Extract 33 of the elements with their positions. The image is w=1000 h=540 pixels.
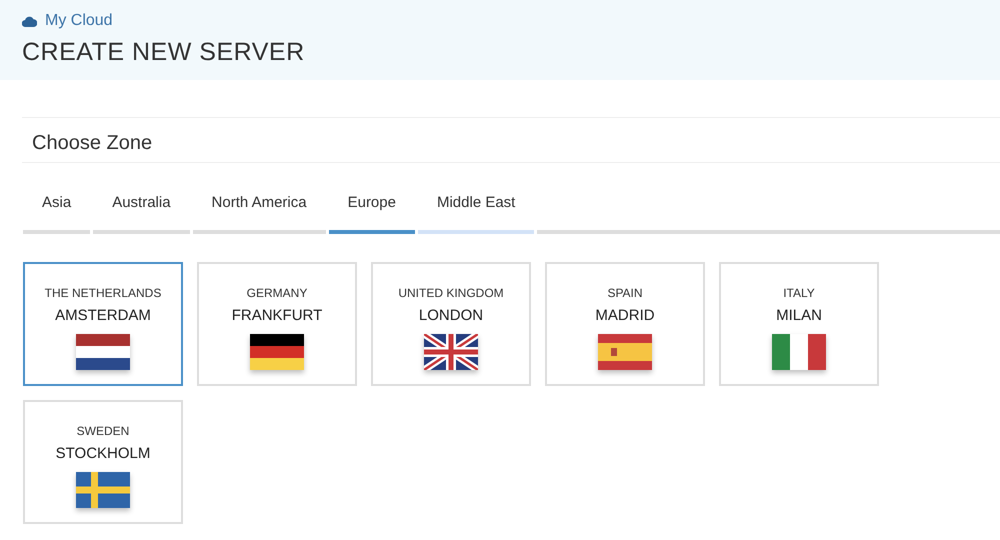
city-label: AMSTERDAM — [55, 306, 151, 326]
flag-icon — [76, 334, 130, 370]
country-label: THE NETHERLANDS — [44, 284, 162, 302]
zone-card[interactable]: GERMANY FRANKFURT — [197, 262, 357, 386]
country-label: ITALY — [783, 284, 815, 302]
flag-icon — [424, 334, 478, 370]
flag-icon — [76, 472, 130, 508]
zone-card[interactable]: SPAIN MADRID — [545, 262, 705, 386]
zone-tab[interactable]: Europe — [328, 180, 415, 234]
zone-tab[interactable]: Middle East — [418, 180, 534, 234]
country-label: GERMANY — [246, 284, 308, 302]
city-label: LONDON — [418, 306, 484, 326]
cloud-icon — [22, 16, 37, 26]
my-cloud-link[interactable]: My Cloud — [45, 9, 113, 33]
flag-icon — [598, 334, 652, 370]
page-title: CREATE NEW SERVER — [22, 39, 306, 66]
city-label: STOCKHOLM — [56, 444, 150, 464]
zone-card[interactable]: UNITED KINGDOM LONDON — [371, 262, 531, 386]
country-label: SWEDEN — [76, 422, 130, 440]
zone-card[interactable]: THE NETHERLANDS AMSTERDAM — [23, 262, 183, 386]
city-label: MILAN — [776, 306, 822, 326]
flag-icon — [250, 334, 304, 370]
zone-tab[interactable]: Australia — [93, 180, 190, 234]
city-label: FRANKFURT — [232, 306, 322, 326]
zone-card[interactable]: SWEDEN STOCKHOLM — [23, 400, 183, 524]
zone-card[interactable]: ITALY MILAN — [719, 262, 879, 386]
zone-tab[interactable]: North America — [192, 180, 326, 234]
zone-tab[interactable]: Asia — [23, 180, 90, 234]
country-label: SPAIN — [607, 284, 643, 302]
section-title: Choose Zone — [32, 132, 152, 154]
country-label: UNITED KINGDOM — [398, 284, 504, 302]
flag-icon — [772, 334, 826, 370]
city-label: MADRID — [595, 306, 655, 326]
